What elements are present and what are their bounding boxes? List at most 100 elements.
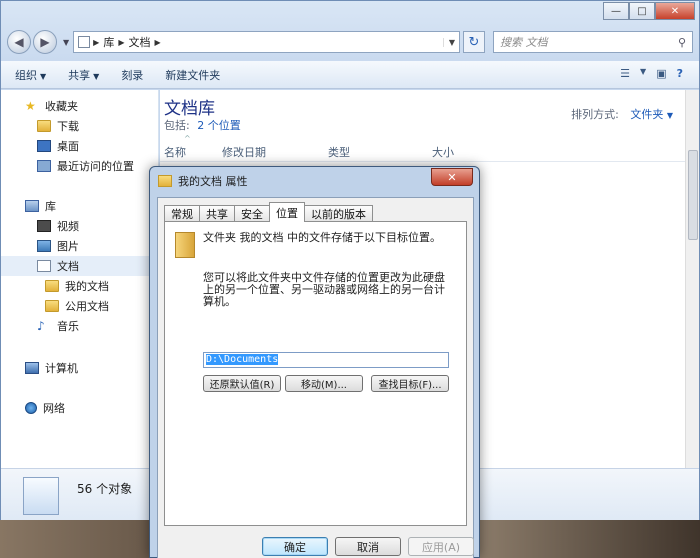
restore-default-button[interactable]: 还原默认值(R) [203, 375, 281, 392]
sidebar-item-label: 文档 [57, 260, 79, 273]
preview-pane-icon[interactable]: ▣ [656, 67, 666, 80]
refresh-icon: ↻ [468, 34, 480, 50]
library-includes: 包括: 2 个位置 [164, 117, 241, 133]
column-header-date[interactable]: 修改日期 [222, 144, 266, 160]
dialog-body: 常规 共享 安全 位置 以前的版本 文件夹 我的文档 中的文件存储于以下目标位置… [157, 197, 474, 558]
column-header-type[interactable]: 类型 [328, 144, 350, 160]
new-folder-button[interactable]: 新建文件夹 [165, 67, 220, 83]
music-note-icon: ♪ [37, 319, 45, 333]
search-placeholder: 搜索 文档 [500, 36, 548, 49]
target-path-value: D:\Documents [206, 354, 279, 365]
star-icon: ★ [25, 99, 36, 113]
address-dropdown-icon[interactable]: ▼ [442, 37, 455, 47]
sidebar-item-label: 图片 [57, 240, 79, 253]
find-target-button[interactable]: 查找目标(F)... [371, 375, 449, 392]
tab-general[interactable]: 常规 [164, 205, 200, 222]
ok-button[interactable]: 确定 [262, 537, 328, 556]
organize-button[interactable]: 组织 ▼ [15, 67, 46, 83]
sidebar-item-downloads[interactable]: 下载 [1, 116, 159, 136]
breadcrumb-separator-icon[interactable]: ▶ [93, 38, 99, 47]
share-button[interactable]: 共享 ▼ [68, 67, 99, 83]
back-arrow-icon: ◀ [14, 35, 24, 49]
arrange-by: 排列方式: 文件夹 ▼ [571, 106, 673, 122]
location-description: 文件夹 我的文档 中的文件存储于以下目标位置。 [203, 231, 441, 244]
includes-locations-link[interactable]: 2 个位置 [197, 119, 241, 132]
view-options-icon[interactable]: ☰ [620, 67, 630, 80]
cancel-button[interactable]: 取消 [335, 537, 401, 556]
chevron-down-icon: ▼ [666, 111, 673, 120]
sidebar-item-favorites[interactable]: ★ 收藏夹 [1, 96, 159, 116]
address-bar[interactable]: ▶ 库 ▶ 文档 ▶ ▼ [73, 31, 460, 53]
sidebar-item-label: 下载 [57, 120, 79, 133]
chevron-down-icon: ▼ [93, 71, 100, 81]
tab-sharing[interactable]: 共享 [199, 205, 235, 222]
forward-button[interactable]: ▶ [33, 30, 57, 54]
apply-button[interactable]: 应用(A) [408, 537, 474, 556]
network-globe-icon [25, 402, 37, 414]
folder-icon [45, 280, 59, 292]
maximize-button[interactable]: □ [629, 2, 655, 20]
breadcrumb-library[interactable]: 库 [103, 34, 114, 50]
document-library-icon [37, 260, 51, 272]
library-title: 文档库 [164, 99, 215, 119]
sidebar-item-computer[interactable]: 计算机 [1, 358, 159, 378]
column-header-name[interactable]: 名称 [164, 144, 186, 160]
dialog-title: 我的文档 属性 [178, 175, 248, 188]
sidebar-item-label: 公用文档 [65, 300, 109, 313]
breadcrumb-documents[interactable]: 文档 [128, 34, 150, 50]
sidebar-item-music[interactable]: ♪ 音乐 [1, 316, 159, 336]
tab-security[interactable]: 安全 [234, 205, 270, 222]
sidebar-item-label: 视频 [57, 220, 79, 233]
breadcrumb-separator-icon[interactable]: ▶ [118, 38, 124, 47]
move-button[interactable]: 移动(M)... [285, 375, 363, 392]
share-label: 共享 [68, 68, 91, 82]
documents-library-large-icon [23, 477, 59, 515]
downloads-folder-icon [37, 120, 51, 132]
sidebar-item-label: 计算机 [45, 362, 78, 375]
library-icon [25, 200, 39, 212]
back-button[interactable]: ◀ [7, 30, 31, 54]
dialog-close-button[interactable]: ✕ [431, 168, 473, 186]
sidebar-item-videos[interactable]: 视频 [1, 216, 159, 236]
search-input[interactable]: 搜索 文档 ⚲ [493, 31, 693, 53]
arrange-label: 排列方式: [571, 108, 619, 121]
recent-pages-dropdown-icon[interactable]: ▼ [63, 38, 69, 47]
sidebar-item-my-documents[interactable]: 我的文档 [1, 276, 159, 296]
sidebar-item-label: 音乐 [57, 320, 79, 333]
sidebar-item-documents[interactable]: 文档 [1, 256, 159, 276]
properties-dialog: 我的文档 属性 ✕ 常规 共享 安全 位置 以前的版本 文件夹 我的文档 中的文… [149, 166, 480, 558]
sidebar-item-network[interactable]: 网络 [1, 398, 159, 418]
library-folder-icon [78, 36, 91, 48]
help-icon[interactable]: ? [677, 67, 683, 80]
recent-places-icon [37, 160, 51, 172]
scrollbar-thumb[interactable] [688, 150, 698, 240]
breadcrumb-separator-icon[interactable]: ▶ [154, 38, 160, 47]
sidebar-item-label: 桌面 [57, 140, 79, 153]
refresh-button[interactable]: ↻ [463, 31, 485, 53]
tab-previous-versions[interactable]: 以前的版本 [304, 205, 373, 222]
tab-location[interactable]: 位置 [269, 202, 305, 222]
minimize-button[interactable]: — [603, 2, 629, 20]
navigation-pane: ★ 收藏夹 下载 桌面 最近访问的位置 库 视频 图片 文档 我的文档 公用文档 … [1, 90, 159, 468]
vertical-scrollbar[interactable] [685, 90, 699, 468]
sidebar-item-pictures[interactable]: 图片 [1, 236, 159, 256]
video-library-icon [37, 220, 51, 232]
burn-button[interactable]: 刻录 [121, 67, 143, 83]
sidebar-item-label: 我的文档 [65, 280, 109, 293]
view-dropdown-icon[interactable]: ▼ [640, 67, 646, 80]
close-button[interactable]: ✕ [655, 2, 695, 20]
item-count: 56 个对象 [77, 482, 133, 496]
sidebar-item-public-documents[interactable]: 公用文档 [1, 296, 159, 316]
target-path-input[interactable]: D:\Documents [203, 352, 449, 368]
column-header-size[interactable]: 大小 [432, 144, 454, 160]
sidebar-item-recent[interactable]: 最近访问的位置 [1, 156, 159, 176]
location-tab-panel: 文件夹 我的文档 中的文件存储于以下目标位置。 您可以将此文件夹中文件存储的位置… [164, 221, 467, 526]
search-icon[interactable]: ⚲ [678, 36, 686, 49]
sidebar-item-desktop[interactable]: 桌面 [1, 136, 159, 156]
sidebar-item-label: 最近访问的位置 [57, 160, 134, 173]
view-controls: ☰ ▼ ▣ ? [610, 67, 683, 80]
dialog-title-bar: 我的文档 属性 [158, 173, 248, 189]
sort-ascending-icon: ^ [184, 134, 191, 143]
arrange-by-dropdown[interactable]: 文件夹 ▼ [630, 108, 673, 121]
sidebar-item-libraries[interactable]: 库 [1, 196, 159, 216]
